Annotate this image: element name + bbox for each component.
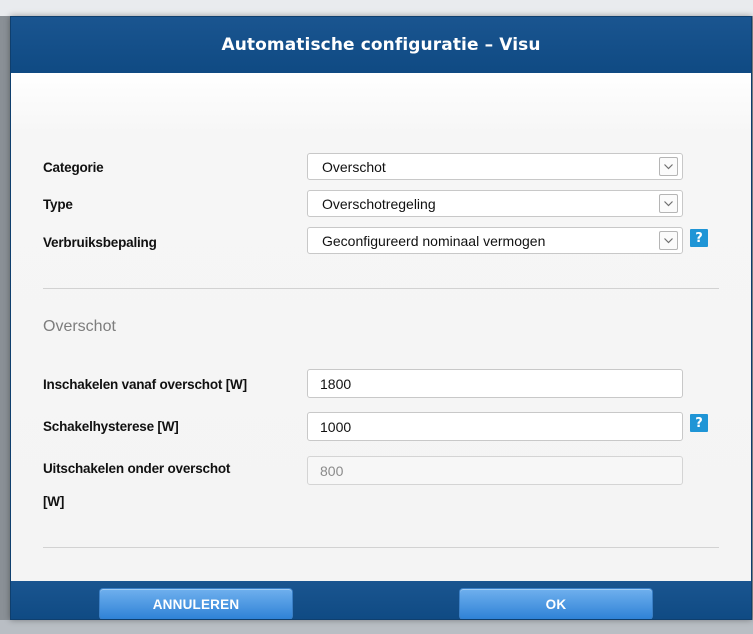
auto-config-dialog: Automatische configuratie – Visu Categor… <box>10 16 752 620</box>
verbruiksbepaling-value: Geconfigureerd nominaal vermogen <box>322 232 546 249</box>
dialog-footer: ANNULEREN OK <box>11 581 751 619</box>
dialog-body: Categorie Overschot Type Overschotregeli… <box>11 73 751 581</box>
chevron-down-icon[interactable] <box>659 157 678 176</box>
inschakelen-input[interactable]: 1800 <box>307 369 683 398</box>
bottom-divider <box>43 547 719 548</box>
page-backdrop-top <box>0 0 753 16</box>
dialog-title: Automatische configuratie – Visu <box>11 17 751 73</box>
type-select[interactable]: Overschotregeling <box>307 190 683 217</box>
categorie-label: Categorie <box>43 160 104 175</box>
section-divider <box>43 288 719 289</box>
section-title: Overschot <box>43 318 116 335</box>
uitschakelen-label: Uitschakelen onder overschot [W] <box>43 452 293 518</box>
ok-button[interactable]: OK <box>459 588 653 619</box>
chevron-down-icon[interactable] <box>659 194 678 213</box>
hysterese-label: Schakelhysterese [W] <box>43 419 179 434</box>
verbruiksbepaling-label: Verbruiksbepaling <box>43 235 157 250</box>
uitschakelen-label-line2: [W] <box>43 494 65 509</box>
categorie-select[interactable]: Overschot <box>307 153 683 180</box>
help-icon[interactable]: ? <box>690 229 708 247</box>
uitschakelen-input: 800 <box>307 456 683 485</box>
hysterese-input[interactable]: 1000 <box>307 412 683 441</box>
chevron-down-icon[interactable] <box>659 231 678 250</box>
type-label: Type <box>43 197 73 212</box>
page-backdrop-bottom <box>0 620 753 634</box>
type-value: Overschotregeling <box>322 195 436 212</box>
help-icon[interactable]: ? <box>690 414 708 432</box>
cancel-button[interactable]: ANNULEREN <box>99 588 293 619</box>
verbruiksbepaling-select[interactable]: Geconfigureerd nominaal vermogen <box>307 227 683 254</box>
uitschakelen-label-line1: Uitschakelen onder overschot <box>43 461 231 476</box>
inschakelen-label: Inschakelen vanaf overschot [W] <box>43 377 247 392</box>
categorie-value: Overschot <box>322 158 386 175</box>
